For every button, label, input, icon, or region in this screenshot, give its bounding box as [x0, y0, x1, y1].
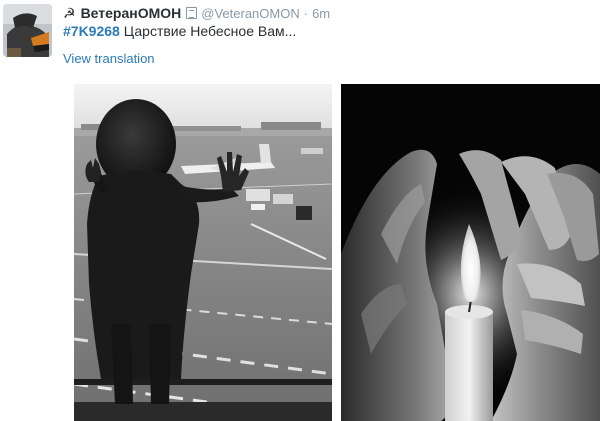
view-translation-link[interactable]: View translation: [63, 51, 155, 66]
child-at-airport-window-photo[interactable]: [71, 84, 332, 421]
document-badge-icon: [186, 7, 198, 19]
tweet: ☭ ВетеранОМОН @VeteranOMON · 6m #7K9268 …: [0, 0, 600, 421]
display-name[interactable]: ВетеранОМОН: [81, 5, 182, 21]
tweet-timestamp[interactable]: 6m: [312, 6, 330, 21]
hashtag-link[interactable]: #7K9268: [63, 23, 120, 39]
avatar[interactable]: [3, 4, 52, 57]
tweet-header: ☭ ВетеранОМОН @VeteranOMON · 6m: [63, 4, 330, 22]
user-handle[interactable]: @VeteranOMON: [201, 6, 299, 21]
sickle-hammer-icon: ☭: [63, 5, 76, 21]
tweet-text: #7K9268 Царствие Небесное Вам...: [63, 23, 296, 39]
tweet-body-text: Царствие Небесное Вам...: [119, 23, 297, 39]
hands-around-candle-photo[interactable]: [341, 84, 600, 421]
separator-dot: ·: [303, 5, 309, 21]
